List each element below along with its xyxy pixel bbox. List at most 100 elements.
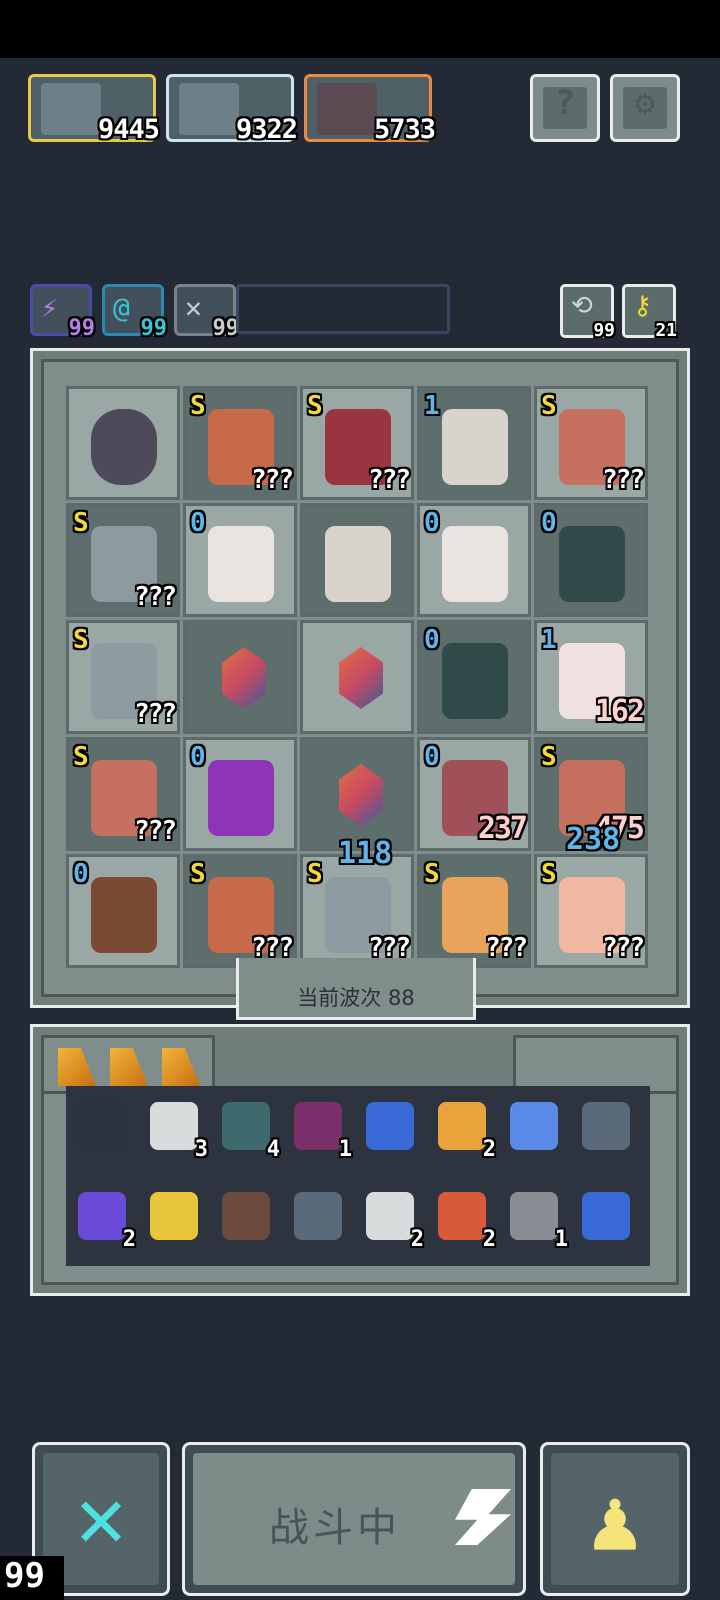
- inventory-item[interactable]: 2: [432, 1096, 496, 1162]
- fire-banner-icon: [438, 1192, 486, 1240]
- golden-chalice-icon: [150, 1192, 198, 1240]
- help-button[interactable]: ?: [530, 74, 600, 142]
- grid-cell[interactable]: 1: [417, 386, 531, 500]
- wave-label: 当前波次 88: [297, 986, 415, 1010]
- hammer-icon: [582, 1102, 630, 1150]
- grid-cell[interactable]: 0: [417, 620, 531, 734]
- unit-rank: 0: [190, 742, 206, 772]
- grid-cell[interactable]: 0: [183, 503, 297, 617]
- grid-cell[interactable]: [300, 503, 414, 617]
- gem-icon: [222, 647, 266, 709]
- skeleton-unit-icon: [325, 526, 391, 602]
- unit-rank: 0: [424, 625, 440, 655]
- resource-swirl[interactable]: @ 99: [102, 284, 167, 341]
- grid-cell[interactable]: 0: [534, 503, 648, 617]
- inventory-item[interactable]: [288, 1186, 348, 1246]
- grid-cell[interactable]: S???: [300, 386, 414, 500]
- blue-flame-icon: [366, 1102, 414, 1150]
- grid-cell[interactable]: S???: [183, 386, 297, 500]
- grid-cell[interactable]: [300, 737, 414, 851]
- refresh-button[interactable]: ⟲ 99: [560, 284, 615, 341]
- grid-cell[interactable]: S???: [300, 854, 414, 968]
- crate-icon: [78, 1102, 126, 1150]
- settings-button[interactable]: ⚙: [610, 74, 680, 142]
- resource-count: 99: [140, 316, 168, 341]
- grid-cell[interactable]: S???: [417, 854, 531, 968]
- inventory-item[interactable]: [504, 1096, 564, 1156]
- unit-rank: S: [307, 391, 323, 421]
- grid-cell[interactable]: 0 237: [417, 737, 531, 851]
- demon-mask-icon: [294, 1102, 342, 1150]
- unit-label: 162: [594, 694, 645, 729]
- wing-icon: ✕: [185, 291, 202, 324]
- grid-cell[interactable]: 0: [417, 503, 531, 617]
- hero-card-2[interactable]: 9322: [166, 74, 298, 145]
- grid-cell[interactable]: S???: [66, 737, 180, 851]
- gem-icon: [339, 647, 383, 709]
- inventory-item[interactable]: [576, 1096, 636, 1156]
- unit-label: ???: [602, 465, 645, 495]
- hero-score: 9322: [235, 114, 298, 145]
- grid-cell[interactable]: 0: [183, 737, 297, 851]
- corner-counter: 99: [4, 1556, 45, 1596]
- unit-sprite: [208, 760, 274, 836]
- unit-rank: S: [541, 859, 557, 889]
- inventory-item[interactable]: 4: [216, 1096, 280, 1162]
- grid-cell[interactable]: S???: [66, 620, 180, 734]
- grid-cell[interactable]: [66, 386, 180, 500]
- resource-lightning[interactable]: ⚡ 99: [30, 284, 95, 341]
- slice-icon[interactable]: [162, 1048, 200, 1086]
- inventory-item[interactable]: [144, 1186, 204, 1246]
- hero-card-1[interactable]: 9445: [28, 74, 160, 145]
- inventory-item[interactable]: 1: [504, 1186, 568, 1252]
- inventory-item[interactable]: 2: [72, 1186, 136, 1252]
- gear-icon: ⚙: [634, 83, 656, 123]
- grid-cell[interactable]: [300, 620, 414, 734]
- grid-cell[interactable]: S???: [66, 503, 180, 617]
- grid-cell[interactable]: S???: [534, 386, 648, 500]
- grid-cell[interactable]: 0: [66, 854, 180, 968]
- inventory-item[interactable]: 2: [432, 1186, 496, 1252]
- unit-rank: S: [307, 859, 323, 889]
- unit-rank: 0: [190, 508, 206, 538]
- unit-rank: S: [190, 859, 206, 889]
- pawn-button[interactable]: ♟: [540, 1442, 690, 1596]
- status-bar: [0, 0, 720, 58]
- unit-rank: 1: [424, 391, 440, 421]
- grid-cell[interactable]: [183, 620, 297, 734]
- refresh-icon: ⟲: [571, 291, 593, 321]
- water-drop-icon: [582, 1192, 630, 1240]
- grid-cell[interactable]: 1 162: [534, 620, 648, 734]
- inventory-item[interactable]: [576, 1186, 636, 1246]
- potion-jar-icon: [78, 1192, 126, 1240]
- key-count: 21: [655, 320, 677, 341]
- unit-sprite: [442, 409, 508, 485]
- unit-rank: 1: [541, 625, 557, 655]
- unit-sprite: [208, 526, 274, 602]
- inventory-item[interactable]: [360, 1096, 420, 1156]
- slice-icon[interactable]: [110, 1048, 148, 1086]
- fight-button[interactable]: 战斗中: [182, 1442, 526, 1596]
- item-count: 3: [194, 1137, 208, 1162]
- item-count: 4: [266, 1137, 280, 1162]
- slice-icon[interactable]: [58, 1048, 96, 1086]
- scroll-icon: [150, 1102, 198, 1150]
- unit-rank: 0: [424, 742, 440, 772]
- inventory-item[interactable]: [72, 1096, 132, 1156]
- hero-card-3[interactable]: 5733: [304, 74, 436, 145]
- swirl-icon: @: [113, 291, 130, 324]
- unit-sprite: [442, 643, 508, 719]
- resource-count: 99: [68, 316, 96, 341]
- grid-cell[interactable]: S???: [534, 854, 648, 968]
- resource-wing[interactable]: ✕ 99: [174, 284, 239, 341]
- inventory-item[interactable]: 3: [144, 1096, 208, 1162]
- unit-sprite: [559, 526, 625, 602]
- skull-boot-icon: [510, 1192, 558, 1240]
- grid-cell[interactable]: S???: [183, 854, 297, 968]
- inventory-item[interactable]: 2: [360, 1186, 424, 1252]
- key-icon: ⚷: [633, 291, 653, 321]
- inventory-item[interactable]: [216, 1186, 276, 1246]
- gem-icon: [339, 764, 383, 826]
- key-button[interactable]: ⚷ 21: [622, 284, 677, 341]
- inventory-item[interactable]: 1: [288, 1096, 352, 1162]
